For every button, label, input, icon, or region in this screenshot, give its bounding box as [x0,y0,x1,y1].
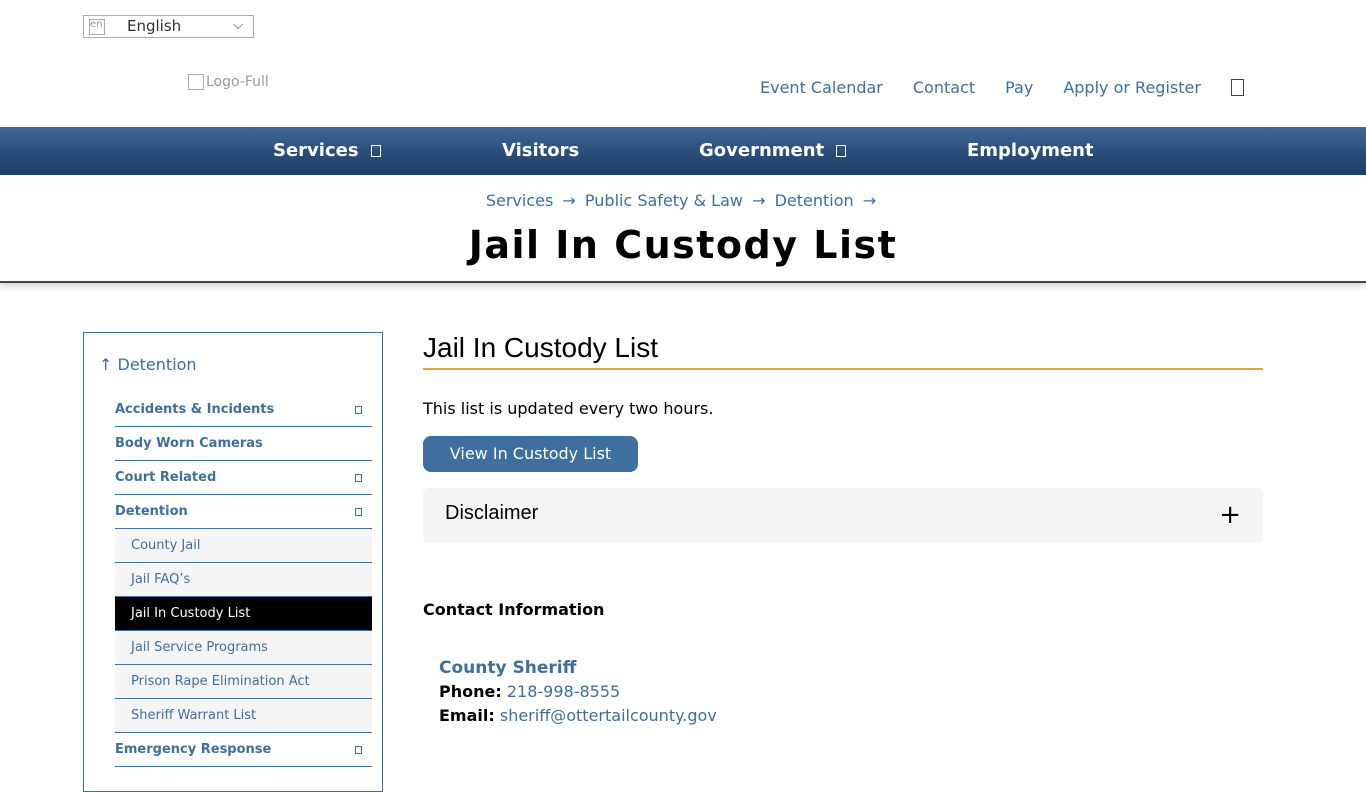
breadcrumb-detention[interactable]: Detention [775,191,854,210]
plus-icon: + [1219,500,1241,530]
sidebar-item-court[interactable]: Court Related [115,461,372,495]
main-nav: Services Visitors Government Employment [0,127,1366,175]
language-label: English [127,17,182,35]
sidebar-subitem-in-custody[interactable]: Jail In Custody List [115,597,372,631]
collapse-icon[interactable] [355,508,362,516]
expand-icon[interactable] [355,474,362,482]
nav-employment[interactable]: Employment [967,140,1094,161]
breadcrumb: Services → Public Safety & Law → Detenti… [485,191,877,210]
nav-government[interactable]: Government [699,140,847,161]
disclaimer-accordion[interactable]: Disclaimer + [423,488,1263,543]
dropdown-icon [370,145,381,157]
sidebar-item-emergency[interactable]: Emergency Response [115,733,372,767]
sidebar-subitem-prea[interactable]: Prison Rape Elimination Act [115,665,372,699]
apply-register-link[interactable]: Apply or Register [1063,78,1201,97]
flag-icon: en [89,19,105,35]
dropdown-icon [836,145,847,157]
language-select[interactable]: en English ⌵ [83,15,254,38]
main-content: Jail In Custody List This list is update… [423,332,1263,725]
phone-link[interactable]: 218-998-8555 [507,682,620,701]
event-calendar-link[interactable]: Event Calendar [760,78,883,97]
view-custody-list-button[interactable]: View In Custody List [423,436,638,472]
disclaimer-label: Disclaimer [445,502,539,524]
contact-card: County Sheriff Phone: 218-998-8555 Email… [439,656,717,725]
email-link[interactable]: sheriff@ottertailcounty.gov [500,706,717,725]
breadcrumb-services[interactable]: Services [486,191,553,210]
page-hero: Services → Public Safety & Law → Detenti… [0,183,1366,283]
content-title: Jail In Custody List [423,332,1263,370]
contact-name[interactable]: County Sheriff [439,656,717,680]
utility-nav: Event Calendar Contact Pay Apply or Regi… [760,78,1201,97]
nav-visitors[interactable]: Visitors [502,140,579,161]
search-icon[interactable] [1231,79,1244,96]
contact-heading: Contact Information [423,600,605,619]
sidebar-subitem-service-programs[interactable]: Jail Service Programs [115,631,372,665]
breadcrumb-public-safety[interactable]: Public Safety & Law [585,191,743,210]
pay-link[interactable]: Pay [1005,78,1033,97]
broken-image-icon [188,74,204,90]
sidebar-item-detention[interactable]: Detention [115,495,372,529]
contact-link[interactable]: Contact [913,78,975,97]
expand-icon[interactable] [355,406,362,414]
sidebar-subitem-county-jail[interactable]: County Jail [115,529,372,563]
intro-text: This list is updated every two hours. [423,399,714,418]
sidebar-parent-link[interactable]: ↑ Detention [99,355,197,374]
sidebar-list: Accidents & Incidents Body Worn Cameras … [115,393,372,767]
sidebar-subitem-jail-faq[interactable]: Jail FAQ’s [115,563,372,597]
page-title: Jail In Custody List [468,223,898,267]
sidebar-item-body-cameras[interactable]: Body Worn Cameras [115,427,372,461]
expand-icon[interactable] [355,746,362,754]
site-logo[interactable]: Logo-Full [188,74,269,90]
nav-services[interactable]: Services [273,140,381,161]
sidebar-subitem-warrant-list[interactable]: Sheriff Warrant List [115,699,372,733]
sidebar-item-accidents[interactable]: Accidents & Incidents [115,393,372,427]
sidebar: ↑ Detention Accidents & Incidents Body W… [83,332,383,792]
chevron-down-icon: ⌵ [233,18,243,33]
